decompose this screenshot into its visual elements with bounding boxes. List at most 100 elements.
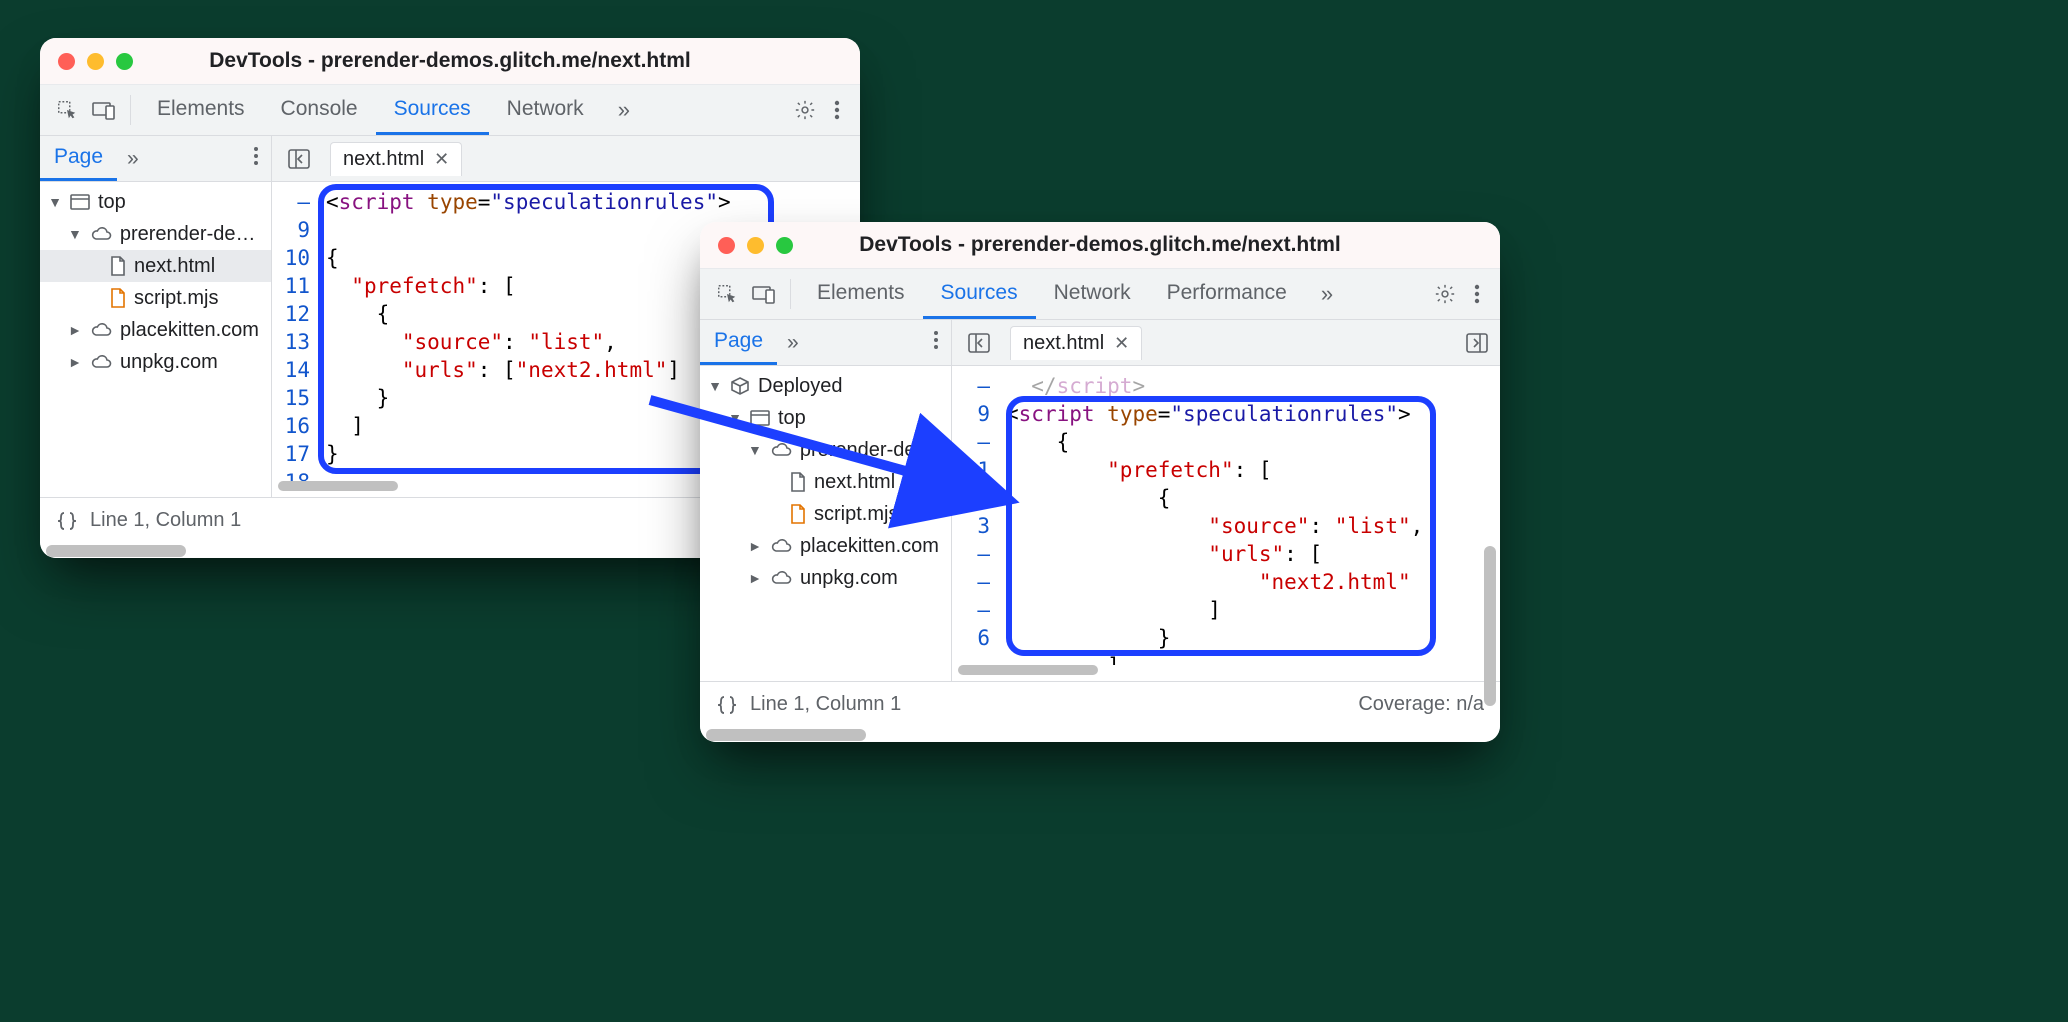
inspect-element-icon[interactable] bbox=[56, 99, 78, 121]
tree-node[interactable]: Deployed bbox=[700, 370, 951, 402]
code-editor: –9–1–3–––6–––20 </script><script type="s… bbox=[952, 366, 1500, 681]
minimize-window-icon[interactable] bbox=[747, 237, 764, 254]
frame-icon bbox=[70, 194, 90, 210]
toggle-navigator-icon[interactable] bbox=[962, 333, 996, 353]
tab-performance[interactable]: Performance bbox=[1149, 269, 1305, 319]
cloud-icon bbox=[90, 226, 112, 242]
tree-node[interactable]: top bbox=[700, 402, 951, 434]
kebab-menu-icon[interactable] bbox=[1464, 284, 1490, 304]
navigator-more-icon[interactable]: » bbox=[117, 147, 149, 171]
editor-tab-next-html[interactable]: next.html ✕ bbox=[1010, 326, 1142, 360]
tree-node[interactable]: prerender-demos.glitch.me bbox=[40, 218, 271, 250]
tree-twisty-icon[interactable] bbox=[728, 410, 742, 426]
line-gutter: –910111213141516171819–20 bbox=[272, 182, 316, 481]
tree-label: top bbox=[98, 191, 126, 214]
vertical-scrollbar[interactable] bbox=[1484, 546, 1496, 706]
titlebar: DevTools - prerender-demos.glitch.me/nex… bbox=[40, 38, 860, 84]
toggle-debugger-icon[interactable] bbox=[1454, 320, 1500, 365]
window-scrollbar[interactable] bbox=[700, 727, 1500, 742]
tab-elements[interactable]: Elements bbox=[139, 85, 263, 135]
settings-gear-icon[interactable] bbox=[794, 99, 816, 121]
horizontal-scrollbar[interactable] bbox=[952, 665, 1500, 681]
tree-twisty-icon[interactable] bbox=[748, 538, 762, 554]
navigator-kebab-icon[interactable] bbox=[241, 146, 271, 172]
tree-node[interactable]: unpkg.com bbox=[40, 346, 271, 378]
tree-node[interactable]: top bbox=[40, 186, 271, 218]
tree-label: next.html bbox=[814, 471, 895, 494]
pretty-print-icon[interactable] bbox=[56, 511, 78, 531]
tree-twisty-icon[interactable] bbox=[748, 570, 762, 586]
tree-twisty-icon[interactable] bbox=[68, 354, 82, 370]
sources-subbar: Page » next.html ✕ bbox=[40, 136, 860, 182]
tab-console[interactable]: Console bbox=[263, 85, 376, 135]
devtools-tabstrip: ElementsConsoleSourcesNetwork » bbox=[40, 84, 860, 136]
editor-tab-label: next.html bbox=[343, 148, 424, 171]
tree-node[interactable]: prerender-demos.glitch.me bbox=[700, 434, 951, 466]
tab-sources[interactable]: Sources bbox=[376, 85, 489, 135]
zoom-window-icon[interactable] bbox=[776, 237, 793, 254]
code-line: "urls": [ bbox=[1006, 540, 1500, 568]
inspect-element-icon[interactable] bbox=[716, 283, 738, 305]
tree-label: script.mjs bbox=[134, 287, 218, 310]
device-toolbar-icon[interactable] bbox=[92, 100, 116, 120]
tree-node[interactable]: script.mjs bbox=[700, 498, 951, 530]
tree-node[interactable]: script.mjs bbox=[40, 282, 271, 314]
zoom-window-icon[interactable] bbox=[116, 53, 133, 70]
tree-node[interactable]: unpkg.com bbox=[700, 562, 951, 594]
more-tabs-icon[interactable]: » bbox=[1313, 281, 1341, 307]
pretty-print-icon[interactable] bbox=[716, 695, 738, 715]
tab-network[interactable]: Network bbox=[1036, 269, 1149, 319]
editor-tabs: next.html ✕ bbox=[272, 136, 472, 181]
tree-twisty-icon[interactable] bbox=[748, 442, 762, 458]
tree-node[interactable]: placekitten.com bbox=[40, 314, 271, 346]
tab-network[interactable]: Network bbox=[489, 85, 602, 135]
navigator-header: Page » bbox=[40, 136, 272, 181]
tree-label: script.mjs bbox=[814, 503, 898, 526]
cloud-icon bbox=[770, 570, 792, 586]
close-window-icon[interactable] bbox=[58, 53, 75, 70]
cloud-icon bbox=[90, 322, 112, 338]
settings-gear-icon[interactable] bbox=[1434, 283, 1456, 305]
editor-tab-next-html[interactable]: next.html ✕ bbox=[330, 142, 462, 176]
close-tab-icon[interactable]: ✕ bbox=[1114, 334, 1129, 352]
close-tab-icon[interactable]: ✕ bbox=[434, 150, 449, 168]
tree-twisty-icon[interactable] bbox=[68, 226, 82, 242]
divider bbox=[130, 95, 131, 125]
tree-twisty-icon[interactable] bbox=[708, 378, 722, 394]
tab-sources[interactable]: Sources bbox=[923, 269, 1036, 319]
device-toolbar-icon[interactable] bbox=[752, 284, 776, 304]
sources-subbar: Page » next.html ✕ bbox=[700, 320, 1500, 366]
tree-node[interactable]: next.html bbox=[40, 250, 271, 282]
file-icon bbox=[790, 472, 806, 492]
close-window-icon[interactable] bbox=[718, 237, 735, 254]
tree-label: top bbox=[778, 407, 806, 430]
cursor-position: Line 1, Column 1 bbox=[750, 693, 901, 716]
tree-node[interactable]: placekitten.com bbox=[700, 530, 951, 562]
tree-twisty-icon[interactable] bbox=[68, 322, 82, 338]
navigator-kebab-icon[interactable] bbox=[921, 330, 951, 356]
window-title: DevTools - prerender-demos.glitch.me/nex… bbox=[40, 49, 860, 73]
navigator-more-icon[interactable]: » bbox=[777, 331, 809, 355]
minimize-window-icon[interactable] bbox=[87, 53, 104, 70]
tree-node[interactable]: next.html bbox=[700, 466, 951, 498]
editor-tabs: next.html ✕ bbox=[952, 320, 1152, 365]
tree-twisty-icon[interactable] bbox=[48, 194, 62, 210]
tree-label: placekitten.com bbox=[120, 319, 259, 342]
tree-label: Deployed bbox=[758, 375, 843, 398]
tab-elements[interactable]: Elements bbox=[799, 269, 923, 319]
toggle-navigator-icon[interactable] bbox=[282, 149, 316, 169]
file-icon bbox=[110, 256, 126, 276]
package-icon bbox=[730, 376, 750, 396]
more-tabs-icon[interactable]: » bbox=[610, 97, 638, 123]
page-tab[interactable]: Page bbox=[700, 320, 777, 365]
window-controls bbox=[40, 38, 151, 84]
code-line: ] bbox=[1006, 596, 1500, 624]
window-title: DevTools - prerender-demos.glitch.me/nex… bbox=[700, 233, 1500, 257]
page-tab[interactable]: Page bbox=[40, 136, 117, 181]
code-line: ] bbox=[1006, 652, 1500, 665]
tree-label: unpkg.com bbox=[800, 567, 898, 590]
line-gutter: –9–1–3–––6–––20 bbox=[952, 366, 996, 665]
kebab-menu-icon[interactable] bbox=[824, 100, 850, 120]
code-area[interactable]: </script><script type="speculationrules"… bbox=[996, 366, 1500, 665]
code-line: <script type="speculationrules"> bbox=[326, 188, 860, 216]
